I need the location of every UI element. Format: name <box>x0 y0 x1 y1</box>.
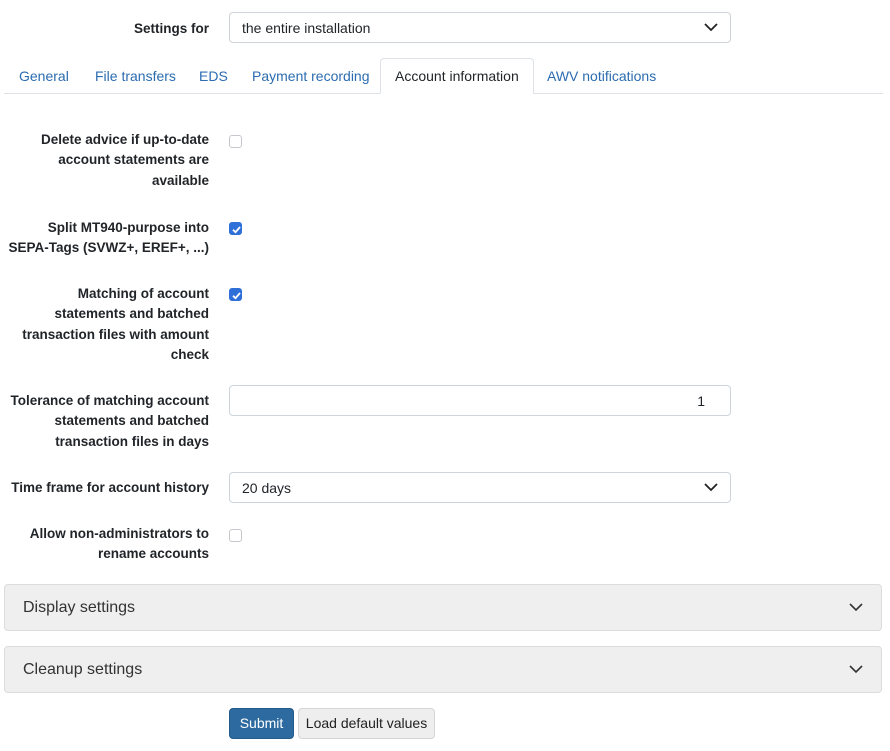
delete-advice-label: Delete advice if up-to-date account stat… <box>40 132 209 188</box>
check-icon <box>232 226 241 234</box>
matching-checkbox[interactable] <box>229 288 242 301</box>
chevron-down-icon <box>849 603 863 612</box>
tab-general[interactable]: General <box>5 58 83 93</box>
submit-button[interactable]: Submit <box>229 708 294 739</box>
chevron-down-icon <box>704 483 718 492</box>
cleanup-settings-accordion[interactable]: Cleanup settings <box>4 646 882 693</box>
split-mt940-checkbox[interactable] <box>229 222 242 235</box>
split-mt940-label: Split MT940-purpose into SEPA-Tags (SVWZ… <box>8 220 209 256</box>
tab-payment-recording[interactable]: Payment recording <box>238 58 384 93</box>
time-frame-value: 20 days <box>242 480 292 496</box>
allow-rename-checkbox[interactable] <box>229 529 242 542</box>
tab-file-transfers[interactable]: File transfers <box>81 58 190 93</box>
tolerance-value: 1 <box>697 393 705 409</box>
load-default-values-button[interactable]: Load default values <box>298 708 435 739</box>
check-icon <box>232 292 241 300</box>
tab-account-information[interactable]: Account information <box>380 58 534 94</box>
display-settings-title: Display settings <box>23 599 136 616</box>
settings-for-value: the entire installation <box>242 20 371 36</box>
time-frame-select[interactable]: 20 days <box>229 472 731 503</box>
cleanup-settings-title: Cleanup settings <box>23 661 143 678</box>
matching-label: Matching of account statements and batch… <box>22 286 209 363</box>
tolerance-label: Tolerance of matching account statements… <box>10 393 209 449</box>
tolerance-input[interactable]: 1 <box>229 385 731 416</box>
chevron-down-icon <box>704 23 718 32</box>
chevron-down-icon <box>849 665 863 674</box>
settings-for-select[interactable]: the entire installation <box>229 12 731 43</box>
tab-eds[interactable]: EDS <box>185 58 242 93</box>
allow-rename-label: Allow non-administrators to rename accou… <box>29 526 209 562</box>
settings-for-label: Settings for <box>133 21 209 36</box>
time-frame-label: Time frame for account history <box>11 480 209 495</box>
tab-bar: General File transfers EDS Payment recor… <box>4 58 883 94</box>
display-settings-accordion[interactable]: Display settings <box>4 584 882 631</box>
tab-awv-notifications[interactable]: AWV notifications <box>533 58 670 93</box>
delete-advice-checkbox[interactable] <box>229 135 242 148</box>
